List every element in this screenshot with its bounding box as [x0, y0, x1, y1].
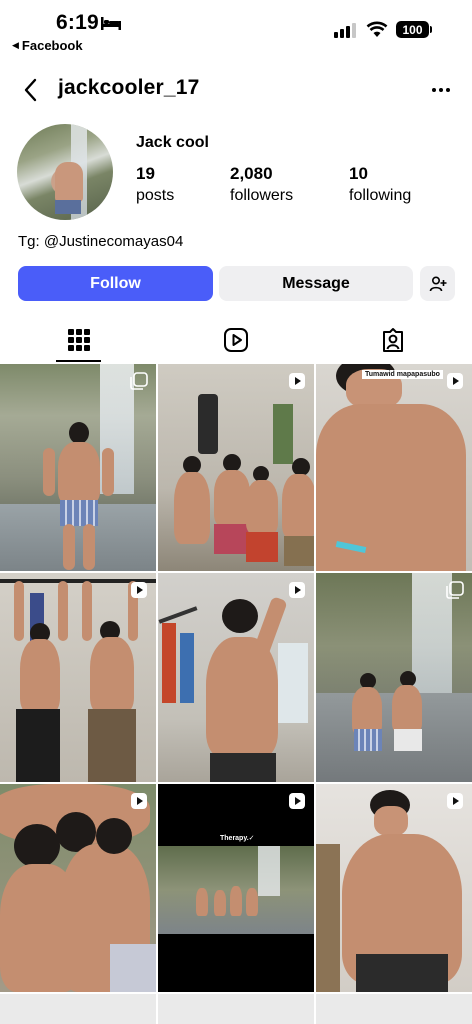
back-arrow-icon[interactable] — [20, 76, 42, 104]
post-thumbnail[interactable] — [0, 573, 156, 782]
battery-icon: 100 — [396, 21, 432, 38]
profile-header: jackcooler_17 — [0, 70, 472, 110]
carousel-icon — [130, 372, 148, 390]
post-thumbnail[interactable] — [0, 994, 156, 1024]
post-thumbnail[interactable] — [316, 994, 472, 1024]
post-thumbnail[interactable]: Tumawid mapapasubo — [316, 364, 472, 571]
following-count: 10 — [349, 164, 368, 183]
sleep-focus-icon — [101, 17, 121, 30]
message-button[interactable]: Message — [219, 266, 413, 301]
reel-icon — [131, 793, 147, 809]
back-to-app-link[interactable]: ◀ Facebook — [12, 38, 83, 53]
post-thumbnail[interactable] — [0, 364, 156, 571]
tagged-icon — [382, 328, 403, 352]
reel-icon — [447, 373, 463, 389]
follow-button[interactable]: Follow — [18, 266, 213, 301]
reel-icon — [289, 373, 305, 389]
reel-icon — [131, 582, 147, 598]
tab-posts[interactable] — [0, 318, 157, 362]
suggested-users-button[interactable] — [420, 266, 455, 301]
carousel-icon — [446, 581, 464, 599]
reel-icon — [289, 582, 305, 598]
posts-stat: 19 posts — [136, 164, 174, 205]
post-thumbnail[interactable] — [158, 994, 314, 1024]
bio: Tg: @Justinecomayas04 — [18, 233, 184, 250]
post-thumbnail[interactable]: Therapy.✓ — [158, 784, 314, 992]
following-label: following — [349, 187, 412, 204]
reel-icon — [447, 793, 463, 809]
status-bar: 6:19 ◀ Facebook 100 — [0, 0, 472, 58]
battery-level: 100 — [402, 22, 423, 37]
username: jackcooler_17 — [58, 76, 200, 99]
clock: 6:19 — [56, 11, 99, 34]
back-app-label: Facebook — [21, 38, 83, 53]
wifi-icon — [366, 21, 388, 37]
followers-stat[interactable]: 2,080 followers — [230, 164, 293, 205]
posts-label: posts — [136, 187, 175, 204]
post-caption: Tumawid mapapasubo — [362, 370, 443, 379]
post-caption: Therapy.✓ — [220, 835, 255, 842]
grid-icon — [67, 329, 90, 351]
posts-grid: Tumawid mapapasubo Therapy.✓ — [0, 364, 472, 1024]
back-triangle-icon: ◀ — [12, 40, 19, 50]
following-stat[interactable]: 10 following — [349, 164, 411, 205]
display-name: Jack cool — [136, 134, 209, 151]
reels-icon — [223, 328, 248, 352]
cellular-signal-icon — [334, 20, 356, 38]
reel-icon — [289, 793, 305, 809]
profile-tabs — [0, 318, 472, 362]
post-thumbnail[interactable] — [316, 573, 472, 782]
followers-count: 2,080 — [230, 164, 273, 183]
post-thumbnail[interactable] — [158, 573, 314, 782]
avatar[interactable] — [17, 124, 113, 220]
more-options-icon[interactable] — [428, 80, 454, 100]
post-thumbnail[interactable] — [316, 784, 472, 992]
post-thumbnail[interactable] — [158, 364, 314, 571]
posts-count: 19 — [136, 164, 155, 183]
followers-label: followers — [230, 187, 294, 204]
add-person-icon — [429, 275, 446, 291]
tab-tagged[interactable] — [314, 318, 471, 362]
post-thumbnail[interactable] — [0, 784, 156, 992]
tab-reels[interactable] — [157, 318, 314, 362]
